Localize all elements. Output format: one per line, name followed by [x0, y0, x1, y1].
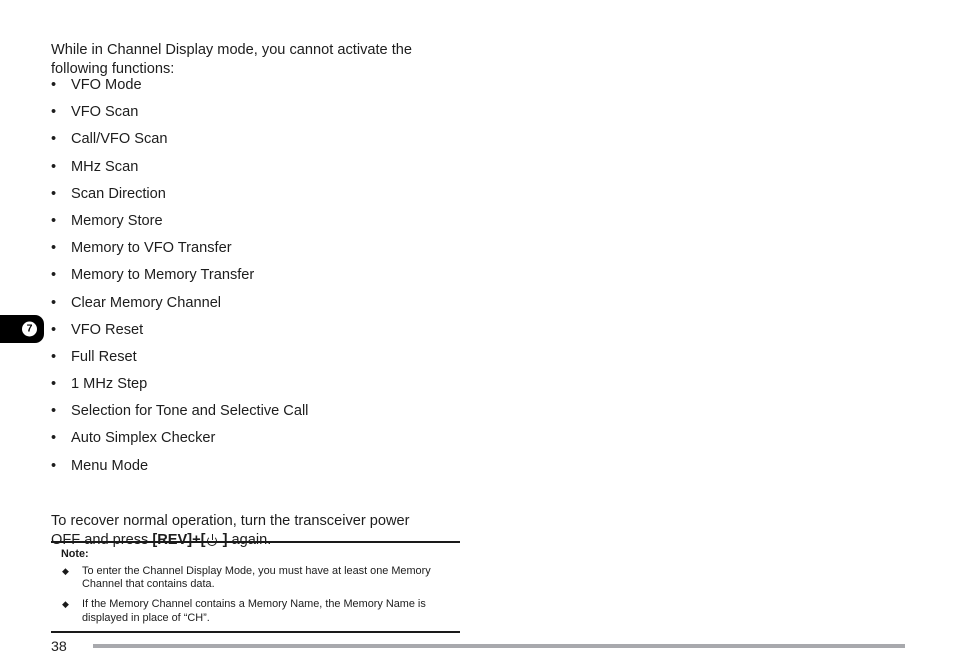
list-item: • VFO Reset — [51, 317, 471, 344]
list-item: • VFO Scan — [51, 99, 471, 126]
list-item: • VFO Mode — [51, 72, 471, 99]
note-item-list: ◆ To enter the Channel Display Mode, you… — [51, 565, 460, 625]
list-item-label: Menu Mode — [71, 457, 149, 474]
footer-divider — [93, 644, 905, 648]
list-item: • Clear Memory Channel — [51, 290, 471, 317]
list-item-label: VFO Scan — [71, 104, 139, 121]
list-item-label: MHz Scan — [71, 158, 139, 175]
list-item: • Full Reset — [51, 344, 471, 371]
list-item-label: Auto Simplex Checker — [71, 430, 216, 447]
manual-page: While in Channel Display mode, you canno… — [0, 0, 954, 672]
list-item-label: Memory to VFO Transfer — [71, 240, 232, 257]
bullet-icon: • — [51, 104, 57, 121]
diamond-bullet-icon: ◆ — [62, 566, 69, 576]
list-item-label: Selection for Tone and Selective Call — [71, 403, 309, 420]
diamond-bullet-icon: ◆ — [62, 599, 69, 610]
list-item-label: VFO Mode — [71, 77, 142, 93]
bullet-icon: • — [51, 131, 57, 148]
note-item-text: If the Memory Channel contains a Memory … — [82, 598, 426, 624]
note-title: Note: — [61, 548, 89, 560]
list-item: • Memory to VFO Transfer — [51, 235, 471, 262]
list-item-label: Clear Memory Channel — [71, 294, 222, 311]
note-box: Note: ◆ To enter the Channel Display Mod… — [51, 541, 460, 633]
list-item-label: Memory Store — [71, 212, 163, 229]
bullet-icon: • — [51, 348, 57, 365]
bullet-icon: • — [51, 158, 57, 175]
list-item: • Auto Simplex Checker — [51, 425, 471, 452]
bullet-icon: • — [51, 430, 57, 447]
list-item: • Selection for Tone and Selective Call — [51, 398, 471, 425]
list-item: • Call/VFO Scan — [51, 126, 471, 153]
bullet-icon: • — [51, 77, 57, 93]
bullet-icon: • — [51, 240, 57, 257]
note-item: ◆ If the Memory Channel contains a Memor… — [51, 598, 460, 624]
bullet-icon: • — [51, 403, 57, 420]
bullet-icon: • — [51, 212, 57, 229]
bullet-icon: • — [51, 294, 57, 311]
list-item-label: VFO Reset — [71, 321, 144, 338]
note-item-text: To enter the Channel Display Mode, you m… — [82, 565, 431, 591]
list-item-label: 1 MHz Step — [71, 376, 148, 393]
note-item: ◆ To enter the Channel Display Mode, you… — [51, 565, 460, 591]
list-item: • 1 MHz Step — [51, 371, 471, 398]
bullet-icon: • — [51, 457, 57, 474]
bullet-icon: • — [51, 267, 57, 284]
chapter-tab: 7 — [0, 315, 44, 343]
list-item: • MHz Scan — [51, 154, 471, 181]
list-item-label: Scan Direction — [71, 185, 166, 202]
bullet-icon: • — [51, 321, 57, 338]
list-item: • Memory to Memory Transfer — [51, 262, 471, 289]
recovery-line1: To recover normal operation, turn the tr… — [51, 512, 410, 529]
list-item: • Scan Direction — [51, 181, 471, 208]
bullet-icon: • — [51, 376, 57, 393]
list-item: • Menu Mode — [51, 453, 471, 480]
page-number: 38 — [51, 639, 67, 655]
restricted-functions-list: • VFO Mode • VFO Scan • Call/VFO Scan • … — [51, 72, 471, 480]
list-item: • Memory Store — [51, 208, 471, 235]
bullet-icon: • — [51, 185, 57, 202]
chapter-number-badge: 7 — [22, 321, 37, 337]
list-item-label: Memory to Memory Transfer — [71, 267, 255, 284]
list-item-label: Call/VFO Scan — [71, 131, 168, 148]
list-item-label: Full Reset — [71, 348, 137, 365]
